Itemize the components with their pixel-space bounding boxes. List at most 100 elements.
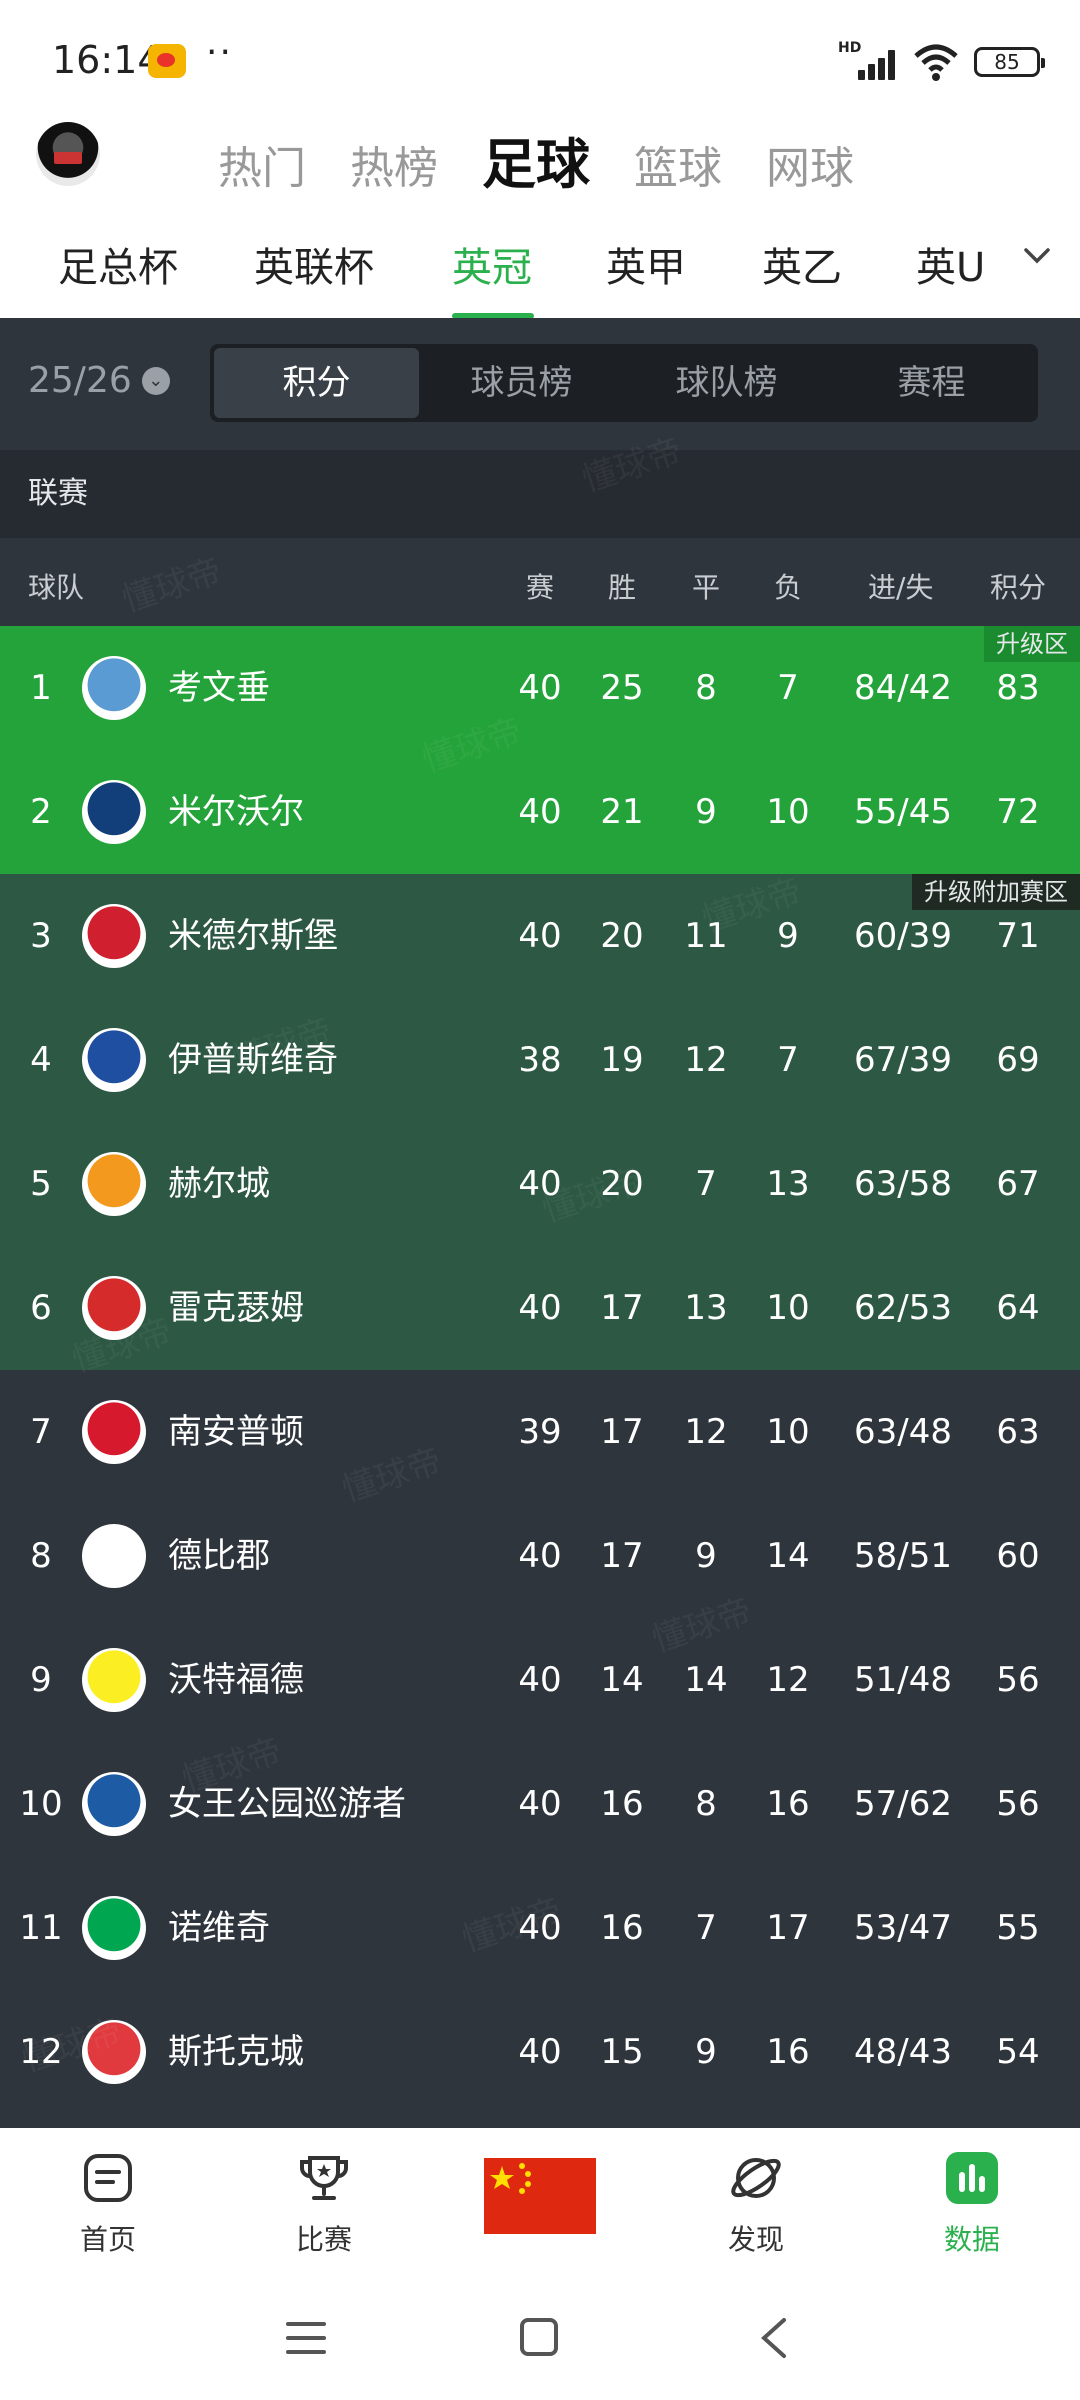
goals-cell: 53/47 [854,1908,952,1948]
col-goals: 进/失 [868,571,934,604]
points-cell: 60 [996,1536,1040,1576]
table-row[interactable]: 8 德比郡 40 17 9 14 58/51 60 [0,1494,1080,1618]
chevron-down-icon: ⌄ [141,366,170,395]
table-row[interactable]: 1 考文垂 40 25 8 7 84/42 83 升级区 [0,626,1080,750]
tab-u21[interactable]: 英U [916,235,985,293]
played-cell: 40 [518,1660,562,1700]
points-cell: 69 [996,1040,1040,1080]
flag-icon [484,2158,596,2234]
played-cell: 39 [518,1412,562,1452]
col-lost: 负 [774,571,803,604]
back-icon[interactable] [756,2316,792,2360]
tab-match-label: 比赛 [295,2223,352,2256]
rank-cell: 8 [30,1536,52,1576]
tab-data-label: 数据 [943,2223,1000,2256]
table-row[interactable]: 3 米德尔斯堡 40 20 11 9 60/39 71 升级附加赛区 [0,874,1080,998]
lost-cell: 10 [766,1412,810,1452]
team-name: 米德尔斯堡 [168,916,338,956]
goals-cell: 58/51 [854,1536,952,1576]
team-name: 米尔沃尔 [168,792,304,832]
table-row[interactable]: 7 南安普顿 39 17 12 10 63/48 63 [0,1370,1080,1494]
tab-fa-cup[interactable]: 足总杯 [58,235,178,293]
tab-match[interactable]: 比赛 [264,2150,384,2258]
team-name: 诺维奇 [168,1908,270,1948]
won-cell: 15 [600,2032,644,2072]
won-cell: 19 [600,1040,644,1080]
drawn-cell: 9 [695,2032,717,2072]
bar-chart-icon [946,2152,998,2204]
won-cell: 16 [600,1908,644,1948]
standings-panel: 25/26 ⌄ 积分 球员榜 球队榜 赛程 联赛 球队 赛 胜 平 负 进/失 … [0,318,1080,2128]
rank-cell: 4 [30,1040,52,1080]
drawn-cell: 9 [695,1536,717,1576]
table-row[interactable]: 10 女王公园巡游者 40 16 8 16 57/62 56 [0,1742,1080,1866]
team-logo [82,656,146,720]
lost-cell: 9 [777,916,799,956]
drawn-cell: 11 [684,916,728,956]
home-square-icon[interactable] [518,2316,560,2358]
rank-cell: 7 [30,1412,52,1452]
table-row[interactable]: 9 沃特福德 40 14 14 12 51/48 56 [0,1618,1080,1742]
tab-basketball[interactable]: 篮球 [634,132,722,196]
goals-cell: 51/48 [854,1660,952,1700]
goals-cell: 55/45 [854,792,952,832]
drawn-cell: 7 [695,1164,717,1204]
tab-team-rankings[interactable]: 球队榜 [624,348,829,418]
section-label: 联赛 [0,450,1080,538]
tab-league-one[interactable]: 英甲 [606,235,686,293]
tab-championship[interactable]: 英冠 [452,235,532,293]
playoff-zone-badge: 升级附加赛区 [912,874,1080,910]
played-cell: 38 [518,1040,562,1080]
tab-points-table[interactable]: 积分 [214,348,419,418]
rank-cell: 3 [30,916,52,956]
avatar[interactable] [36,122,100,186]
status-bar: 16:14 ·· HD 85 [0,0,1080,110]
col-won: 胜 [608,571,637,604]
team-name: 女王公园巡游者 [168,1784,406,1824]
drawn-cell: 8 [695,1784,717,1824]
tab-league-two[interactable]: 英乙 [762,235,842,293]
table-row[interactable]: 12 斯托克城 40 15 9 16 48/43 54 [0,1990,1080,2114]
played-cell: 40 [518,1908,562,1948]
lost-cell: 17 [766,1908,810,1948]
table-row[interactable]: 5 赫尔城 40 20 7 13 63/58 67 [0,1122,1080,1246]
table-row[interactable]: 11 诺维奇 40 16 7 17 53/47 55 [0,1866,1080,1990]
tab-schedule[interactable]: 赛程 [829,348,1034,418]
won-cell: 21 [600,792,644,832]
tab-player-rankings[interactable]: 球员榜 [419,348,624,418]
tab-tennis[interactable]: 网球 [766,132,854,196]
tab-efl-cup[interactable]: 英联杯 [254,235,374,293]
china-flag-button[interactable] [484,2158,596,2234]
chevron-down-icon[interactable] [1022,241,1052,271]
tab-trending[interactable]: 热榜 [350,132,438,196]
played-cell: 40 [518,668,562,708]
top-nav: 热门 热榜 足球 篮球 网球 [218,120,854,199]
tab-home[interactable]: 首页 [48,2150,168,2258]
clock: 16:14 [52,38,162,82]
table-header: 球队 赛 胜 平 负 进/失 积分 [0,538,1080,626]
tab-data[interactable]: 数据 [912,2150,1032,2258]
menu-icon[interactable] [284,2318,328,2358]
lost-cell: 10 [766,1288,810,1328]
table-row[interactable]: 4 伊普斯维奇 38 19 12 7 67/39 69 [0,998,1080,1122]
lost-cell: 12 [766,1660,810,1700]
drawn-cell: 8 [695,668,717,708]
won-cell: 25 [600,668,644,708]
rank-cell: 11 [19,1908,63,1948]
tab-hot[interactable]: 热门 [218,132,306,196]
lost-cell: 10 [766,792,810,832]
table-row[interactable]: 2 米尔沃尔 40 21 9 10 55/45 72 [0,750,1080,874]
tab-football[interactable]: 足球 [482,120,590,199]
season-selector[interactable]: 25/26 ⌄ [28,360,170,401]
team-name: 考文垂 [168,668,270,708]
tab-discover[interactable]: 发现 [696,2150,816,2258]
drawn-cell: 12 [684,1412,728,1452]
team-name: 南安普顿 [168,1412,304,1452]
weibo-icon [148,44,186,78]
rank-cell: 6 [30,1288,52,1328]
table-row[interactable]: 6 雷克瑟姆 40 17 13 10 62/53 64 [0,1246,1080,1370]
system-nav-bar [0,2278,1080,2400]
goals-cell: 67/39 [854,1040,952,1080]
goals-cell: 63/48 [854,1412,952,1452]
won-cell: 20 [600,1164,644,1204]
